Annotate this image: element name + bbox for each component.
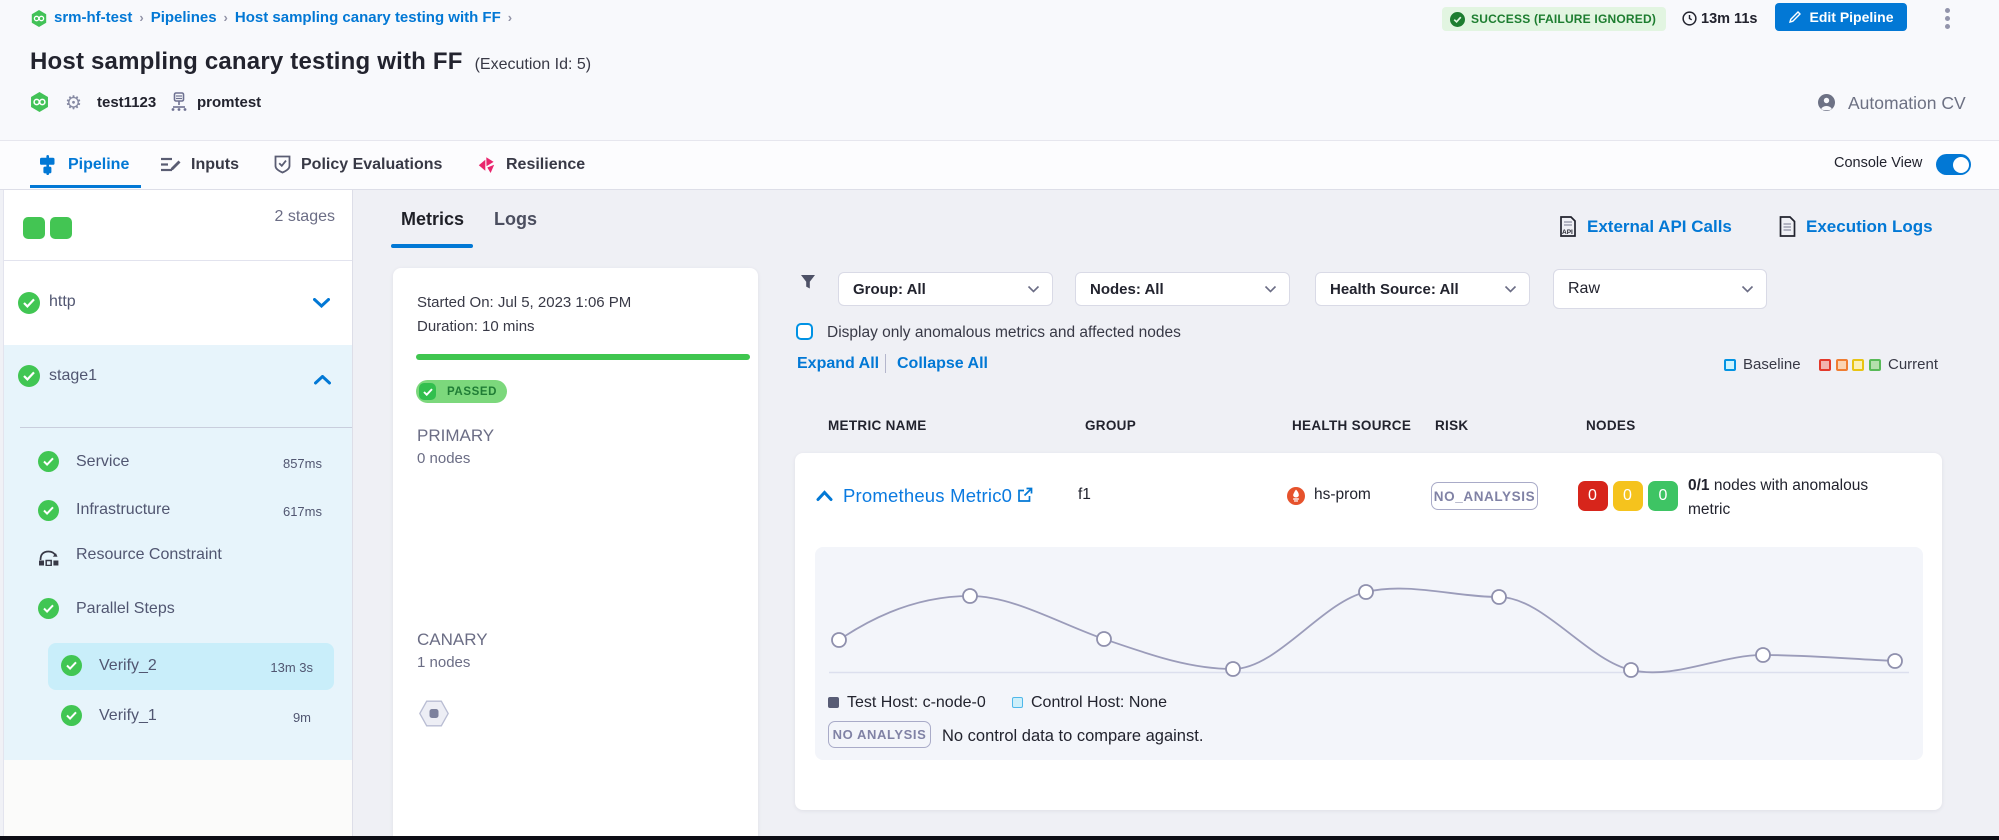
svg-text:API: API [1562, 229, 1573, 236]
